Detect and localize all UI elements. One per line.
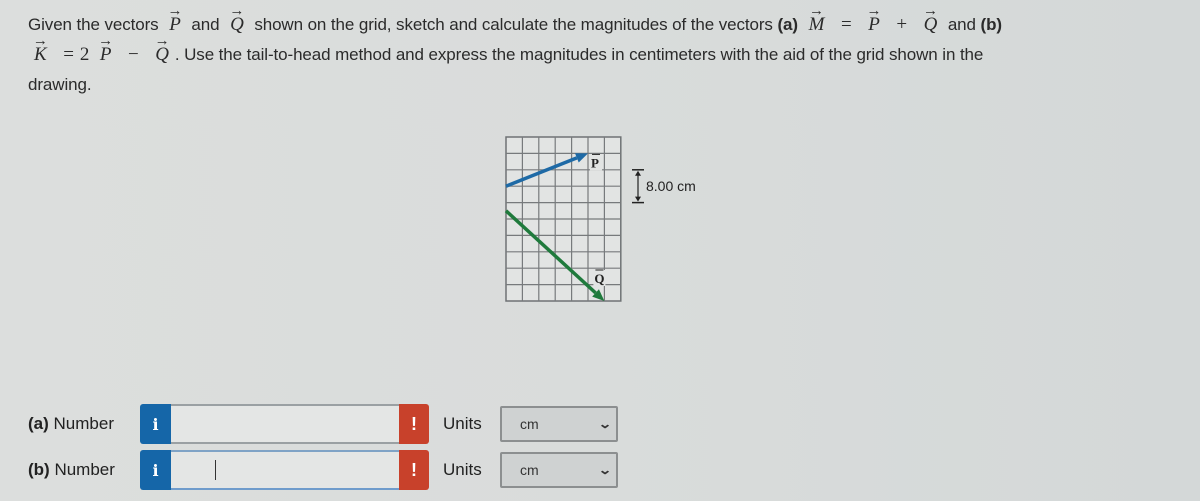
question-line-3: drawing.	[28, 75, 92, 94]
answer-row-b: (b) Number i ! Units cm ⌄	[28, 450, 618, 490]
vector-q: → Q	[920, 3, 942, 40]
question-line-2: → K = 2 → P − → Q. Use the tail-to-head meth…	[28, 33, 1188, 70]
vector-q-label: Q	[594, 271, 604, 286]
arrow-icon: →	[154, 33, 170, 49]
exclamation-icon: !	[411, 459, 417, 480]
grid-diagram: PQ	[504, 136, 644, 302]
text: . Use the tail-to-head method and expres…	[174, 45, 984, 64]
part-a-label: (a)	[777, 15, 798, 34]
minus-sign: −	[128, 44, 139, 65]
part-label: (b)	[28, 460, 50, 479]
number-label: Number	[54, 460, 115, 479]
answer-label: (a) Number	[28, 414, 140, 434]
text: and	[191, 15, 220, 34]
scale-arrow-up-icon	[635, 170, 641, 176]
text: and	[947, 15, 976, 34]
info-icon: i	[152, 414, 159, 434]
number-label: Number	[53, 414, 114, 433]
arrow-icon: →	[808, 3, 824, 19]
units-select-b[interactable]: cm ⌄	[500, 452, 618, 488]
vector-p-label: P	[591, 155, 599, 170]
arrow-icon: →	[167, 3, 183, 19]
vector-p: → P	[96, 33, 116, 70]
vector-q: → Q	[226, 3, 248, 40]
units-select-a[interactable]: cm ⌄	[500, 406, 618, 442]
scale-label: 8.00 cm	[646, 178, 696, 194]
part-label: (a)	[28, 414, 49, 433]
scale-arrow-down-icon	[635, 196, 641, 202]
text: shown on the grid, sketch and calculate …	[254, 15, 773, 34]
error-indicator[interactable]: !	[399, 450, 429, 490]
coefficient: 2	[79, 44, 90, 65]
arrow-icon: →	[229, 3, 245, 19]
arrow-icon: →	[98, 33, 114, 49]
vector-p: → P	[864, 3, 884, 40]
number-input-b[interactable]	[171, 450, 399, 490]
part-b-label: (b)	[980, 15, 1003, 34]
info-icon: i	[152, 460, 159, 480]
plus-sign: +	[896, 14, 907, 35]
info-button[interactable]: i	[140, 450, 171, 490]
vector-grid-figure: PQ 8.00 cm	[500, 130, 730, 310]
units-label: Units	[443, 460, 482, 479]
arrow-icon: →	[866, 3, 882, 19]
vector-q: → Q	[151, 33, 173, 70]
chevron-down-icon: ⌄	[597, 417, 613, 431]
units-label: Units	[443, 414, 482, 433]
vector-k: → K	[30, 33, 51, 70]
question-line-1: Given the vectors → P and → Q shown on the…	[28, 3, 1188, 40]
question-text: Given the vectors → P and → Q shown on the…	[28, 3, 1188, 100]
answer-row-a: (a) Number i ! Units cm ⌄	[28, 404, 618, 444]
arrow-icon: →	[922, 3, 938, 19]
error-indicator[interactable]: !	[399, 404, 429, 444]
equals-sign: =	[63, 44, 74, 65]
selected-unit: cm	[520, 462, 539, 478]
number-input-a[interactable]	[171, 404, 399, 444]
selected-unit: cm	[520, 416, 539, 432]
text-caret	[215, 460, 216, 480]
info-button[interactable]: i	[140, 404, 171, 444]
equals-sign: =	[840, 14, 852, 35]
answer-label: (b) Number	[28, 460, 140, 480]
chevron-down-icon: ⌄	[597, 463, 613, 477]
vector-m: → M	[805, 3, 829, 40]
exclamation-icon: !	[411, 413, 417, 434]
arrow-icon: →	[32, 33, 48, 49]
